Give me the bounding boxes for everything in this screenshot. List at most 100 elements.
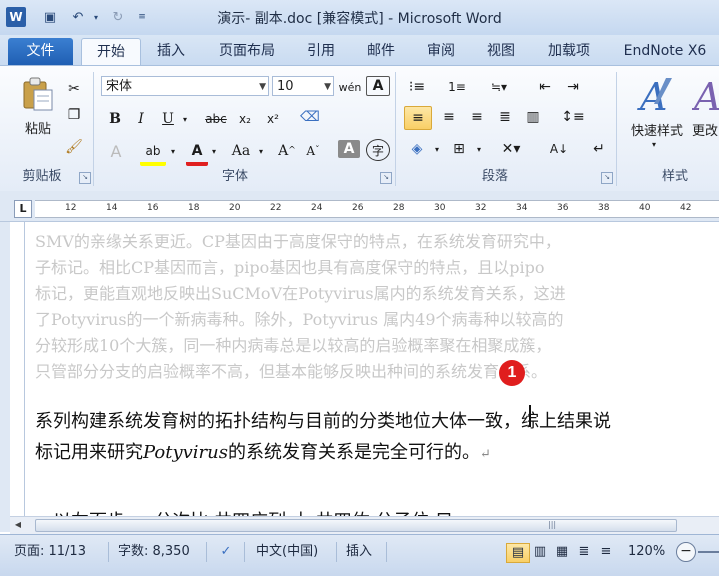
- tab-insert[interactable]: 插入: [150, 38, 192, 65]
- tab-review[interactable]: 审阅: [420, 38, 462, 65]
- enclose-characters-icon[interactable]: 字: [366, 139, 390, 161]
- distributed-button[interactable]: ▥: [520, 106, 546, 128]
- font-size-combo[interactable]: 10 ▼: [272, 76, 334, 96]
- font-launcher-icon[interactable]: ↘: [380, 172, 392, 184]
- ruler-tick-label: 30: [434, 203, 446, 213]
- grow-font-icon[interactable]: A ^: [276, 140, 298, 162]
- ruler-tick-label: 16: [147, 203, 159, 213]
- numbering-icon[interactable]: 1≡: [444, 76, 470, 98]
- tab-references[interactable]: 引用: [300, 38, 342, 65]
- change-case-dropdown-icon[interactable]: ▾: [256, 140, 266, 162]
- tab-page-layout[interactable]: 页面布局: [212, 38, 282, 65]
- document-line-2-a: 标记用来研究: [35, 442, 143, 463]
- justify-button[interactable]: ≣: [492, 106, 518, 128]
- step-marker-badge: 1: [499, 360, 525, 386]
- change-styles-button[interactable]: A: [692, 74, 719, 116]
- text-effects-icon[interactable]: A: [104, 140, 128, 162]
- full-screen-reading-icon[interactable]: ▥: [530, 543, 550, 561]
- outline-view-icon[interactable]: ≣: [574, 543, 594, 561]
- zoom-level[interactable]: 120%: [628, 543, 665, 561]
- decrease-indent-icon[interactable]: ⇤: [534, 76, 556, 98]
- web-layout-icon[interactable]: ▦: [552, 543, 572, 561]
- document-line-2: 标记用来研究Potyvirus的系统发育关系是完全可行的。↵: [35, 438, 491, 464]
- zoom-slider[interactable]: [698, 551, 719, 553]
- tab-home[interactable]: 开始: [81, 38, 141, 66]
- align-right-button[interactable]: ≡: [464, 106, 490, 128]
- shading-icon[interactable]: ◈: [404, 138, 430, 160]
- styles-group-label: 样式: [661, 169, 688, 184]
- paste-label: 粘贴: [24, 122, 51, 137]
- ruler-tick-label: 38: [598, 203, 610, 213]
- vertical-ruler[interactable]: [10, 222, 25, 532]
- bold-button[interactable]: B: [104, 108, 126, 130]
- change-case-icon[interactable]: Aa: [226, 140, 256, 162]
- change-styles-icon: A: [692, 75, 719, 116]
- tab-endnote[interactable]: EndNote X6: [615, 38, 715, 65]
- paste-button[interactable]: [20, 76, 56, 112]
- proofing-icon[interactable]: ✓: [214, 543, 238, 561]
- borders-dropdown-icon[interactable]: ▾: [474, 138, 484, 160]
- tab-view[interactable]: 视图: [480, 38, 522, 65]
- chinese-layout-icon[interactable]: ✕▾: [496, 138, 526, 160]
- shrink-font-icon[interactable]: Aˇ: [302, 140, 324, 162]
- insert-mode-indicator[interactable]: 插入: [346, 543, 372, 561]
- chevron-down-icon: ▼: [259, 82, 266, 92]
- sort-icon[interactable]: A↓: [546, 138, 572, 160]
- page-counter[interactable]: 页面: 11/13: [14, 543, 86, 561]
- format-painter-icon[interactable]: 🖌: [62, 136, 86, 158]
- paragraph-launcher-icon[interactable]: ↘: [601, 172, 613, 184]
- document-line-1: 系列构建系统发育树的拓扑结构与目前的分类地位大体一致，综上结果说: [35, 411, 611, 432]
- highlight-dropdown-icon[interactable]: ▾: [168, 140, 178, 162]
- draft-view-icon[interactable]: ≡: [596, 543, 616, 561]
- print-layout-view-icon[interactable]: ▤: [506, 543, 530, 563]
- align-left-button[interactable]: ≡: [404, 106, 432, 130]
- tab-file[interactable]: 文件: [8, 38, 73, 65]
- change-styles-label: 更改: [692, 124, 719, 139]
- language-indicator[interactable]: 中文(中国): [256, 543, 318, 561]
- tab-stop-selector[interactable]: L: [14, 200, 32, 218]
- svg-text:A: A: [692, 75, 719, 116]
- italic-button[interactable]: I: [130, 108, 152, 130]
- quick-styles-button[interactable]: A: [636, 74, 680, 119]
- zoom-out-icon[interactable]: −: [676, 542, 696, 562]
- phonetic-guide-icon[interactable]: wén: [338, 76, 362, 98]
- document-page[interactable]: SMV的亲缘关系更近。CP基因由于高度保守的特点，在系统发育研究中， 子标记。相比…: [25, 222, 719, 516]
- strikethrough-button[interactable]: abc: [202, 108, 230, 130]
- document-line-partial: ，以左面步 ， 公次比 井四广列 土 井四佑 公子位 只: [35, 507, 453, 516]
- horizontal-scroll-thumb[interactable]: [35, 519, 677, 532]
- clear-formatting-icon[interactable]: ⌫: [298, 106, 322, 128]
- horizontal-ruler[interactable]: 12 14 16 18 20 22 24 26 28 30 32 34 36 38 40 42: [35, 200, 719, 218]
- quick-styles-dropdown-icon[interactable]: ▾: [652, 140, 662, 149]
- show-hide-marks-icon[interactable]: ↵: [588, 138, 610, 160]
- cut-icon[interactable]: ✂: [62, 78, 86, 100]
- font-color-dropdown-icon[interactable]: ▾: [209, 140, 219, 162]
- clipboard-launcher-icon[interactable]: ↘: [79, 172, 91, 184]
- font-color-icon[interactable]: A: [186, 140, 208, 166]
- superscript-button[interactable]: x²: [262, 108, 284, 130]
- tab-add-ins[interactable]: 加载项: [540, 38, 598, 65]
- font-name-combo[interactable]: 宋体 ▼: [101, 76, 269, 96]
- underline-button[interactable]: U: [157, 108, 179, 130]
- underline-dropdown-icon[interactable]: ▾: [180, 108, 190, 130]
- scroll-left-icon[interactable]: ◀: [12, 519, 24, 531]
- highlight-color-icon[interactable]: ab: [140, 140, 166, 166]
- bullets-icon[interactable]: ⁝≡: [404, 76, 430, 98]
- character-shading-icon[interactable]: A: [338, 140, 360, 158]
- status-separator: [336, 542, 337, 562]
- borders-icon[interactable]: ⊞: [446, 138, 472, 160]
- ruler-tick-label: 24: [311, 203, 323, 213]
- copy-icon[interactable]: ❐: [62, 104, 86, 126]
- document-line-2-italic: Potyvirus: [143, 442, 228, 463]
- word-count[interactable]: 字数: 8,350: [118, 543, 190, 561]
- increase-indent-icon[interactable]: ⇥: [562, 76, 584, 98]
- shading-dropdown-icon[interactable]: ▾: [432, 138, 442, 160]
- subscript-button[interactable]: x₂: [234, 108, 256, 130]
- clipboard-group-label: 剪贴板: [22, 169, 62, 184]
- character-border-icon[interactable]: A: [366, 76, 390, 96]
- document-faded-line: 了Potyvirus的一个新病毒种。除外，Potyvirus 属内49个病毒种以…: [35, 310, 564, 329]
- align-center-button[interactable]: ≡: [436, 106, 462, 128]
- line-spacing-icon[interactable]: ↕≡: [558, 106, 588, 128]
- tab-mailings[interactable]: 邮件: [360, 38, 402, 65]
- font-group-label: 字体: [221, 169, 248, 184]
- multilevel-list-icon[interactable]: ≒▾: [484, 76, 514, 98]
